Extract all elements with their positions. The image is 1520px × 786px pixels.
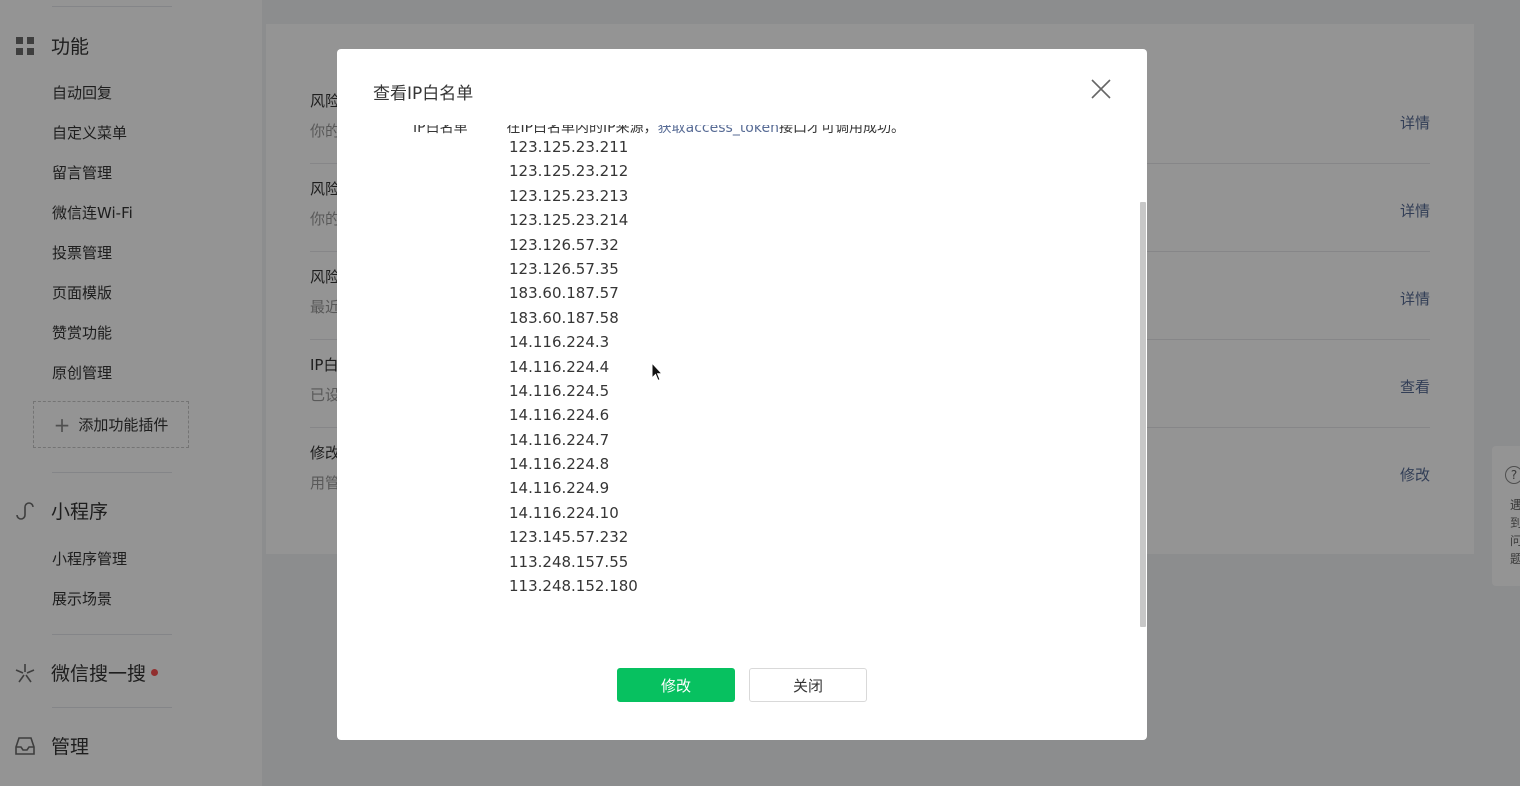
ip-list-item: 123.145.57.232 <box>509 528 629 547</box>
ip-list-item: 113.248.152.180 <box>509 577 638 596</box>
ip-whitelist-dialog: 查看IP白名单 IP白名单 在IP白名单内的IP来源，获取access_toke… <box>337 49 1147 740</box>
ip-list-item: 123.126.57.32 <box>509 235 619 254</box>
dialog-title: 查看IP白名单 <box>373 84 474 104</box>
ip-list-item: 14.116.224.4 <box>509 357 610 376</box>
ip-list-item: 123.125.23.211 <box>509 138 629 156</box>
ip-list-item: 123.126.57.35 <box>509 259 619 278</box>
ip-list: 123.125.23.211 123.125.23.212 123.125.23.2… <box>509 135 638 598</box>
ip-list-item: 14.116.224.7 <box>509 430 610 449</box>
mouse-cursor-icon <box>651 362 663 382</box>
close-icon[interactable] <box>1089 77 1113 101</box>
whitelist-description: IP白名单 在IP白名单内的IP来源，获取access_token接口才可调用成… <box>413 125 905 137</box>
ip-list-item: 123.125.23.214 <box>509 211 629 230</box>
ip-list-item: 14.116.224.3 <box>509 333 610 352</box>
field-label: IP白名单 <box>413 125 468 136</box>
ip-list-item: 14.116.224.10 <box>509 503 619 522</box>
modify-button[interactable]: 修改 <box>617 668 735 702</box>
ip-list-item: 14.116.224.6 <box>509 406 610 425</box>
ip-list-item: 14.116.224.5 <box>509 381 610 400</box>
ip-list-item: 14.116.224.8 <box>509 455 610 474</box>
ip-list-item: 183.60.187.58 <box>509 308 619 327</box>
dialog-body: IP白名单 在IP白名单内的IP来源，获取access_token接口才可调用成… <box>337 125 1147 681</box>
ip-list-item: 14.116.224.9 <box>509 479 610 498</box>
ip-list-item: 183.60.187.57 <box>509 284 619 303</box>
access-token-link[interactable]: 获取access_token <box>658 125 779 136</box>
description-text: 接口才可调用成功。 <box>778 125 905 136</box>
close-button[interactable]: 关闭 <box>749 668 867 702</box>
ip-list-item: 113.248.157.55 <box>509 552 629 571</box>
ip-list-item: 123.125.23.212 <box>509 162 629 181</box>
ip-list-item: 123.125.23.213 <box>509 186 629 205</box>
scrollbar[interactable] <box>1140 202 1146 627</box>
